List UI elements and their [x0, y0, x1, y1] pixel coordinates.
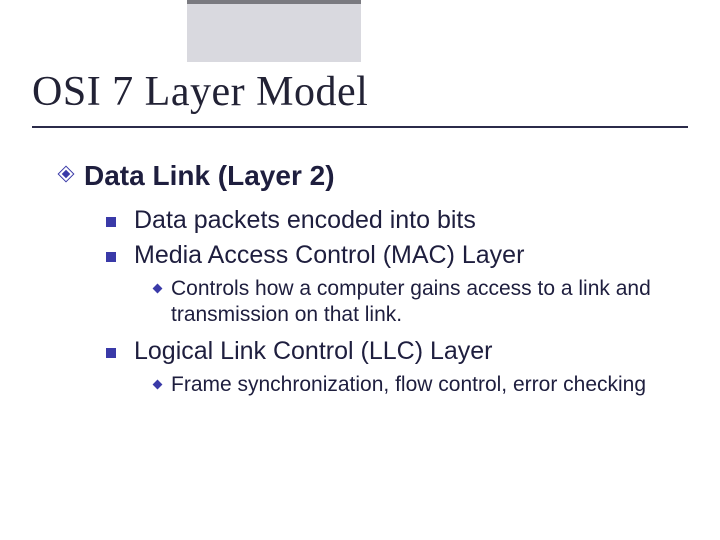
- diamond-small-bullet-icon: [153, 284, 163, 294]
- slide: OSI 7 Layer Model Data Link (Layer 2) Da…: [0, 0, 720, 540]
- bullet-level2-text: Logical Link Control (LLC) Layer: [134, 337, 493, 366]
- bullet-level2: Data packets encoded into bits: [106, 206, 680, 235]
- bullet-level1-text: Data Link (Layer 2): [84, 160, 335, 192]
- bullet-level2-text: Data packets encoded into bits: [134, 206, 476, 235]
- square-bullet-icon: [106, 217, 116, 227]
- bullet-level3: Frame synchronization, flow control, err…: [154, 372, 680, 398]
- bullet-level3-text: Controls how a computer gains access to …: [171, 276, 680, 329]
- slide-content: Data Link (Layer 2) Data packets encoded…: [60, 160, 680, 406]
- title-underline: [32, 126, 688, 128]
- diamond-bullet-icon: [60, 168, 74, 182]
- square-bullet-icon: [106, 252, 116, 262]
- slide-title: OSI 7 Layer Model: [32, 68, 368, 116]
- bullet-level2: Media Access Control (MAC) Layer: [106, 241, 680, 270]
- bullet-level3: Controls how a computer gains access to …: [154, 276, 680, 329]
- diamond-small-bullet-icon: [153, 379, 163, 389]
- bullet-level3-text: Frame synchronization, flow control, err…: [171, 372, 646, 398]
- bullet-level1: Data Link (Layer 2): [60, 160, 680, 192]
- bullet-level2-text: Media Access Control (MAC) Layer: [134, 241, 524, 270]
- decorative-bar-light: [187, 4, 361, 62]
- square-bullet-icon: [106, 348, 116, 358]
- bullet-level2: Logical Link Control (LLC) Layer: [106, 337, 680, 366]
